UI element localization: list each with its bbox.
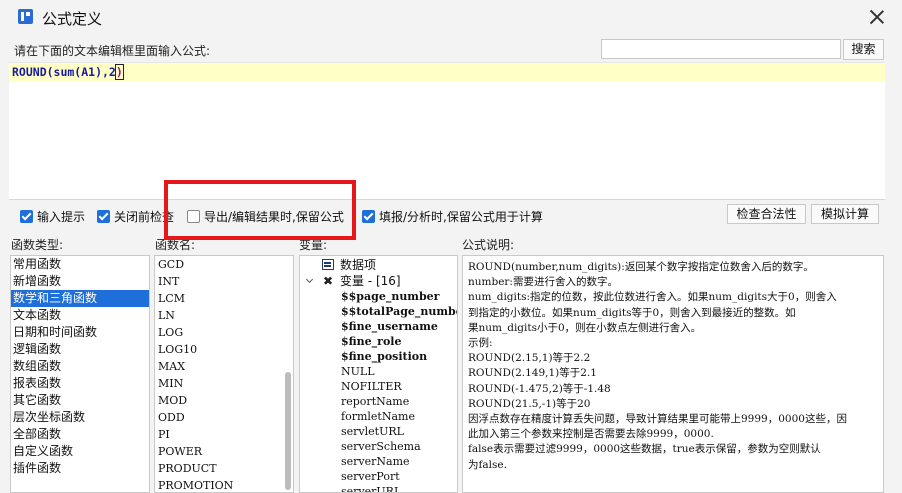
description-line: 示例: bbox=[468, 337, 493, 350]
description-column-label: 公式说明: bbox=[462, 238, 515, 252]
tree-leaf[interactable]: serverSchema bbox=[300, 439, 457, 454]
category-item-selected[interactable]: 数学和三角函数 bbox=[11, 290, 149, 307]
description-line: ROUND(2.149,1)等于2.1 bbox=[468, 367, 597, 380]
chevron-down-icon[interactable] bbox=[305, 275, 314, 284]
tree-leaf[interactable]: servletURL bbox=[300, 424, 457, 439]
category-item[interactable]: 层次坐标函数 bbox=[11, 409, 149, 426]
description-line: number:需要进行舍入的数字。 bbox=[468, 276, 618, 289]
input-hint-label: 输入提示 bbox=[37, 210, 86, 224]
title-bar: 公式定义 bbox=[0, 0, 902, 34]
category-item[interactable]: 全部函数 bbox=[11, 426, 149, 443]
formula-closing-paren: ) bbox=[114, 64, 124, 80]
function-item[interactable]: INT bbox=[155, 273, 293, 290]
description-line: 因浮点数存在精度计算丢失问题，导致计算结果里可能带上9999，0000这些，因 bbox=[468, 413, 847, 426]
tree-node-label: 数据项 bbox=[340, 258, 377, 272]
tree-node-label: 变量 - [16] bbox=[340, 274, 401, 288]
category-item[interactable]: 数组函数 bbox=[11, 358, 149, 375]
tree-leaf[interactable]: serverURL bbox=[300, 484, 457, 492]
tree-node-dataset[interactable]: 数据项 bbox=[300, 257, 457, 273]
tree-leaf[interactable]: $fine_role bbox=[300, 334, 457, 349]
tree-leaf[interactable]: $$totalPage_number bbox=[300, 304, 457, 319]
variable-icon: ✖ bbox=[323, 274, 334, 288]
category-item[interactable]: 新增函数 bbox=[11, 273, 149, 290]
description-line: 为false. bbox=[468, 458, 507, 471]
description-line: num_digits:指定的位数，按此位数进行舍入。如果num_digits大于… bbox=[468, 291, 837, 304]
function-item[interactable]: PROMOTION bbox=[155, 477, 293, 492]
category-list[interactable]: 常用函数 新增函数 数学和三角函数 文本函数 日期和时间函数 逻辑函数 数组函数… bbox=[10, 255, 150, 493]
dataset-icon bbox=[322, 259, 334, 270]
function-item[interactable]: GCD bbox=[155, 256, 293, 273]
input-hint-checkbox[interactable]: 输入提示 bbox=[20, 208, 85, 225]
description-line: ROUND(21.5,-1)等于20 bbox=[468, 397, 591, 410]
window-title: 公式定义 bbox=[42, 10, 103, 28]
function-item[interactable]: ODD bbox=[155, 409, 293, 426]
checkbox-checked-icon bbox=[20, 210, 33, 223]
tree-leaf[interactable]: NULL bbox=[300, 364, 457, 379]
formula-editor[interactable]: ROUND(sum(A1),2) bbox=[9, 62, 885, 200]
formula-text: ROUND(sum(A1),2 bbox=[12, 65, 116, 79]
tree-leaf[interactable]: reportName bbox=[300, 394, 457, 409]
function-list-scrollbar[interactable] bbox=[285, 372, 291, 490]
function-item[interactable]: PRODUCT bbox=[155, 460, 293, 477]
tree-leaf[interactable]: $fine_username bbox=[300, 319, 457, 334]
close-icon[interactable] bbox=[868, 8, 886, 26]
formula-description: ROUND(number,num_digits):返回某个数字按指定位数舍入后的… bbox=[462, 255, 884, 493]
function-item[interactable]: PI bbox=[155, 426, 293, 443]
tree-leaf[interactable]: $$page_number bbox=[300, 289, 457, 304]
category-item[interactable]: 报表函数 bbox=[11, 375, 149, 392]
description-line: ROUND(2.15,1)等于2.2 bbox=[468, 352, 591, 365]
function-item[interactable]: MAX bbox=[155, 358, 293, 375]
search-input[interactable] bbox=[601, 39, 841, 59]
checkbox-checked-icon bbox=[97, 210, 110, 223]
category-item[interactable]: 其它函数 bbox=[11, 392, 149, 409]
simulate-button[interactable]: 模拟计算 bbox=[811, 204, 879, 224]
function-item[interactable]: LOG bbox=[155, 324, 293, 341]
app-logo-icon bbox=[18, 9, 33, 24]
variable-tree[interactable]: 数据项 ✖ 变量 - [16] $$page_number $$totalPag… bbox=[299, 255, 458, 493]
tree-leaf[interactable]: NOFILTER bbox=[300, 379, 457, 394]
highlight-annotation-box bbox=[164, 180, 356, 240]
category-item[interactable]: 逻辑函数 bbox=[11, 341, 149, 358]
category-item[interactable]: 插件函数 bbox=[11, 460, 149, 477]
check-before-close-checkbox[interactable]: 关闭前检查 bbox=[97, 208, 174, 225]
description-line: false表示需要过滤9999，0000这些数据，true表示保留，参数为空则默… bbox=[468, 443, 821, 456]
category-item[interactable]: 自定义函数 bbox=[11, 443, 149, 460]
tree-node-variables[interactable]: ✖ 变量 - [16] bbox=[300, 273, 457, 289]
description-line: 果num_digits小于0，则在小数点左侧进行舍入。 bbox=[468, 321, 702, 334]
function-item[interactable]: MOD bbox=[155, 392, 293, 409]
tree-leaf[interactable]: serverName bbox=[300, 454, 457, 469]
category-item[interactable]: 日期和时间函数 bbox=[11, 324, 149, 341]
category-column-label: 函数类型: bbox=[11, 238, 64, 252]
tree-leaf[interactable]: $fine_position bbox=[300, 349, 457, 364]
fill-keep-formula-checkbox[interactable]: 填报/分析时,保留公式用于计算 bbox=[362, 208, 543, 225]
function-item[interactable]: LCM bbox=[155, 290, 293, 307]
formula-line[interactable]: ROUND(sum(A1),2) bbox=[9, 63, 885, 81]
tree-leaf[interactable]: serverPort bbox=[300, 469, 457, 484]
search-button[interactable]: 搜索 bbox=[843, 39, 884, 60]
fill-keep-formula-label: 填报/分析时,保留公式用于计算 bbox=[379, 210, 543, 224]
function-list[interactable]: GCD INT LCM LN LOG LOG10 MAX MIN MOD ODD… bbox=[154, 255, 294, 493]
description-line: ROUND(number,num_digits):返回某个数字按指定位数舍入后的… bbox=[468, 261, 814, 273]
description-line: ROUND(-1.475,2)等于-1.48 bbox=[468, 382, 611, 395]
function-item[interactable]: MIN bbox=[155, 375, 293, 392]
function-item[interactable]: LOG10 bbox=[155, 341, 293, 358]
editor-prompt: 请在下面的文本编辑框里面输入公式: bbox=[14, 44, 211, 58]
check-validity-button[interactable]: 检查合法性 bbox=[727, 204, 806, 224]
tree-leaf[interactable]: formletName bbox=[300, 409, 457, 424]
function-item[interactable]: LN bbox=[155, 307, 293, 324]
description-line: 此加入第三个参数来控制是否需要去除9999，0000. bbox=[468, 428, 714, 441]
checkbox-checked-icon bbox=[362, 210, 375, 223]
category-item[interactable]: 文本函数 bbox=[11, 307, 149, 324]
description-line: 到指定的小数位。如果num_digits等于0，则舍入到最接近的整数。如 bbox=[468, 306, 796, 319]
category-item[interactable]: 常用函数 bbox=[11, 256, 149, 273]
function-item[interactable]: POWER bbox=[155, 443, 293, 460]
